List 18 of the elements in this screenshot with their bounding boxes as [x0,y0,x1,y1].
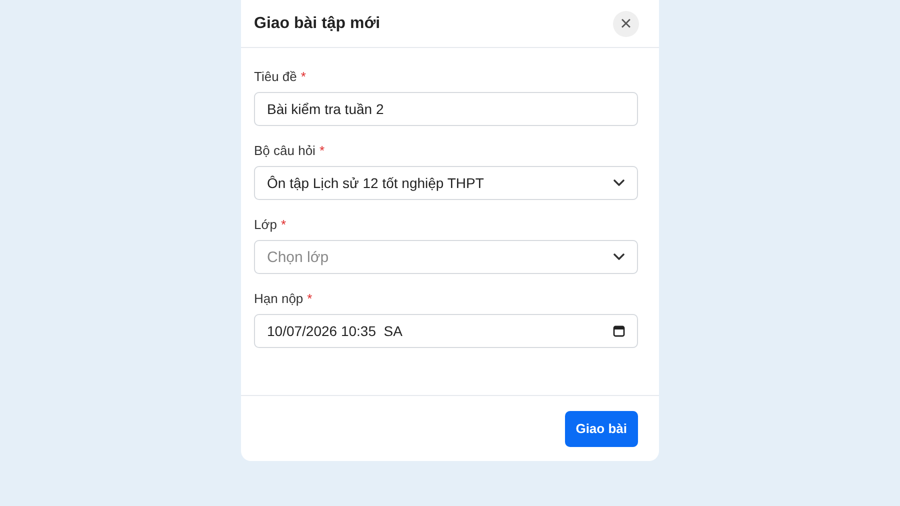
select-field[interactable]: Ôn tập Lịch sử 12 tốt nghiệp THPT [254,166,638,200]
required-mark: * [300,69,306,84]
dialog-title: Giao bài tập mới [254,14,380,32]
field-label: Lớp [254,217,277,232]
datetime-field[interactable]: 10/07/2026 10:35 SA [254,314,638,348]
required-mark: * [281,217,286,232]
submit-button[interactable]: Giao bài [564,410,638,446]
field-label: Bộ câu hỏi [254,143,316,158]
input-field[interactable]: Bài kiểm tra tuần 2 [254,92,638,126]
field-label: Hạn nộp [254,291,304,306]
required-mark: * [307,291,312,306]
chevron-down-icon [613,179,625,187]
chevron-down-icon [613,253,625,261]
required-mark: * [319,143,324,158]
select-field[interactable]: Chọn lớp [254,240,638,274]
close-button[interactable]: × [613,10,639,36]
calendar-icon [613,325,625,337]
field-label: Tiêu đề [254,69,297,84]
